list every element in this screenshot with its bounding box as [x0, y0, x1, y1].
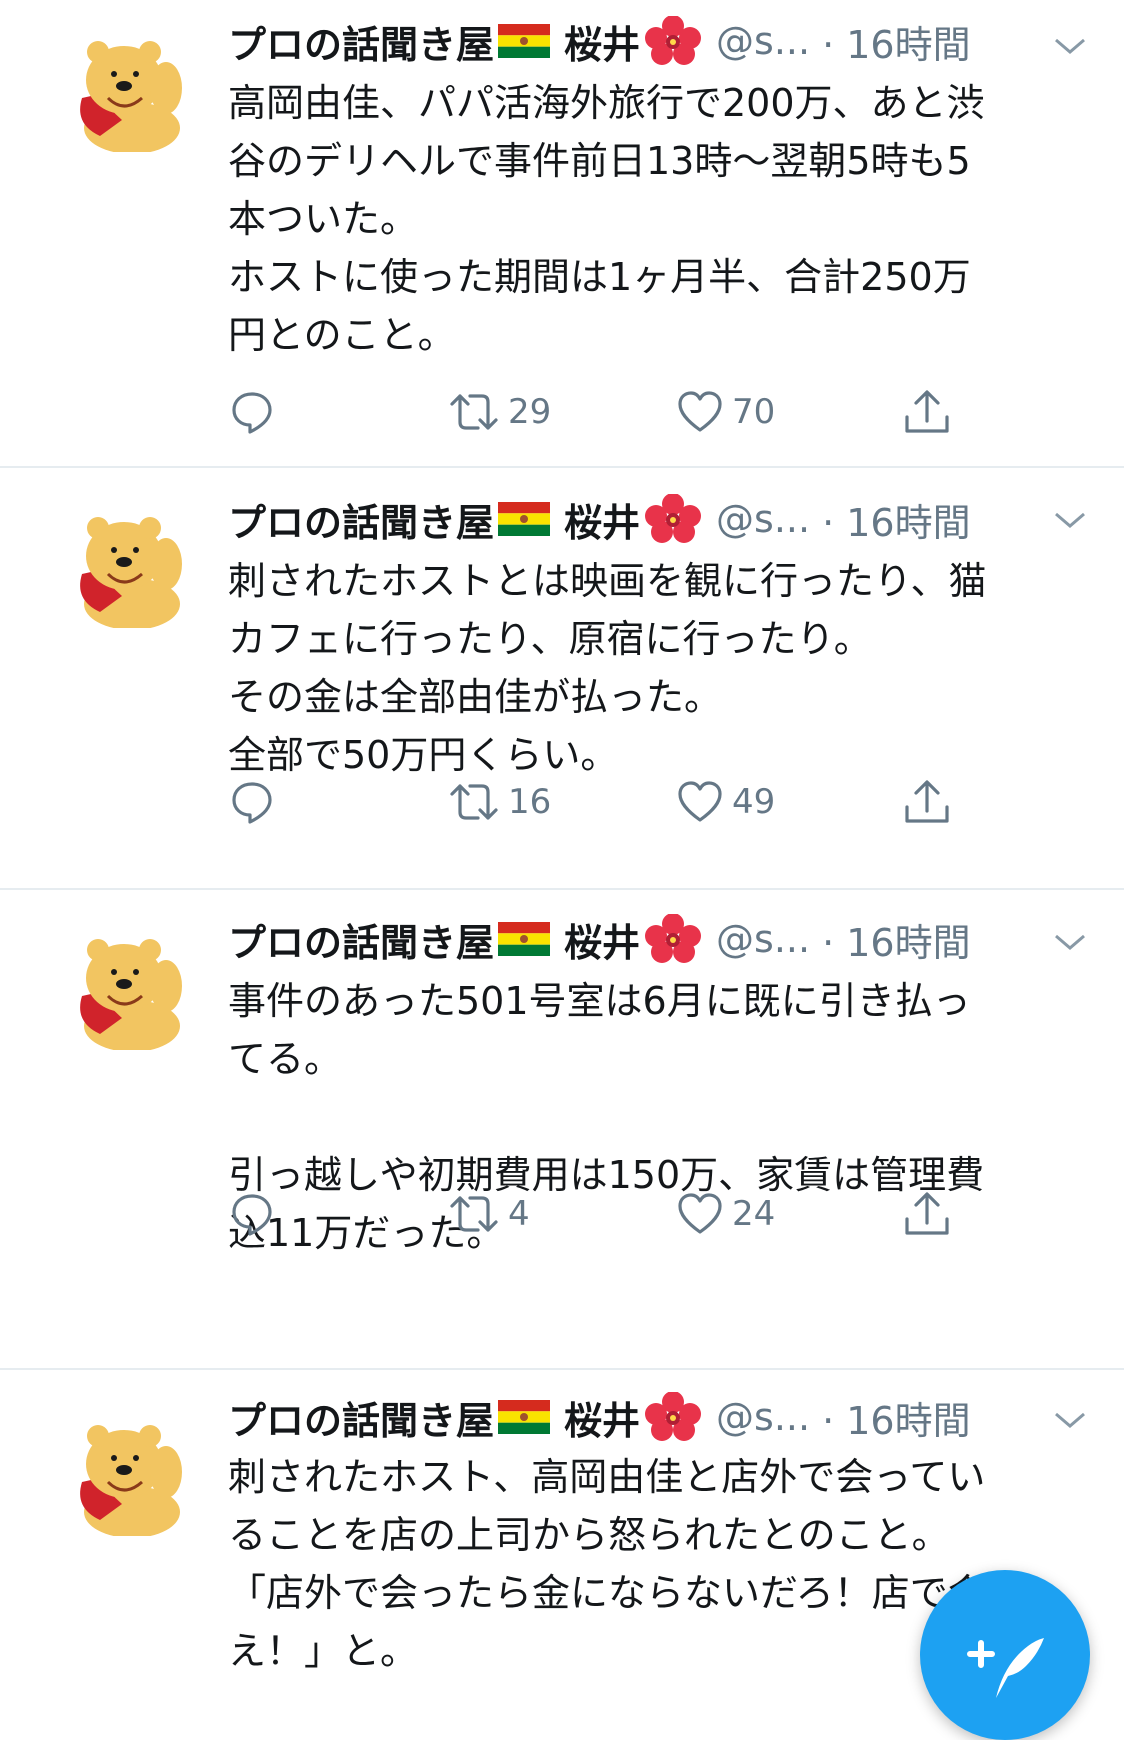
share-icon — [905, 780, 949, 823]
tweet-time[interactable]: · 16時間 — [822, 912, 971, 967]
tweet-text-line: ホストに使った期間は1ヶ月半、合計250万 — [228, 255, 971, 299]
author-handle[interactable]: @s... — [716, 917, 810, 961]
retweet-count: 16 — [508, 782, 552, 822]
share-button[interactable] — [902, 774, 952, 830]
tweet-time[interactable]: · 16時間 — [822, 1390, 971, 1445]
heart-icon — [678, 781, 722, 822]
retweet-count: 29 — [508, 392, 552, 432]
retweet-button[interactable]: 4 — [448, 1186, 530, 1242]
hibiscus-emoji — [645, 1392, 702, 1441]
tweet-text-line: その金は全部由佳が払った。 — [228, 675, 723, 719]
author-handle[interactable]: @s... — [716, 1395, 810, 1439]
reply-button[interactable] — [228, 774, 276, 830]
heart-icon — [678, 391, 722, 432]
tweet[interactable]: プロの話聞き屋 桜井 @s... · 16時間 高岡由佳、パパ活海外旅行で200… — [0, 0, 1124, 466]
tweet[interactable]: プロの話聞き屋 桜井 @s... · 16時間 事件のあった501号室は6月に既… — [0, 890, 1124, 1368]
author-handle[interactable]: @s... — [716, 497, 810, 541]
bolivia-flag-emoji — [498, 1400, 551, 1434]
tweet-text-line: 谷のデリヘルで事件前日13時〜翌朝5時も5 — [228, 139, 971, 183]
tweet-text-line: 本ついた。 — [228, 197, 419, 241]
tweet-text-line — [228, 1088, 1078, 1146]
bolivia-flag-emoji — [498, 502, 551, 536]
bolivia-flag-emoji — [498, 922, 551, 956]
tweet-text-line: 高岡由佳、パパ活海外旅行で200万、あと渋 — [228, 81, 985, 125]
compose-tweet-icon — [967, 1638, 1044, 1698]
retweet-button[interactable]: 16 — [448, 774, 551, 830]
tweet-text-line: 刺されたホスト、高岡由佳と店外で会ってい — [228, 1455, 986, 1499]
share-icon — [905, 1192, 949, 1235]
author-name-suffix[interactable]: 桜井 — [564, 1390, 640, 1445]
author-name[interactable]: プロの話聞き屋 — [228, 912, 494, 967]
author-name[interactable]: プロの話聞き屋 — [228, 1390, 494, 1445]
bolivia-flag-emoji — [498, 24, 551, 58]
tweet-text-line: 円とのこと。 — [228, 313, 456, 357]
tweet-actions: 4 24 — [228, 1186, 988, 1242]
like-count: 49 — [732, 782, 776, 822]
author-name[interactable]: プロの話聞き屋 — [228, 492, 494, 547]
author-name[interactable]: プロの話聞き屋 — [228, 14, 494, 69]
tweet-text-line: てる。 — [228, 1037, 343, 1081]
retweet-button[interactable]: 29 — [448, 384, 551, 440]
tweet-text-line: 事件のあった501号室は6月に既に引き払っ — [228, 979, 971, 1023]
chevron-down-icon[interactable] — [1052, 34, 1088, 58]
hibiscus-emoji — [645, 914, 702, 963]
share-icon — [905, 390, 949, 433]
tweet-text-line: ることを店の上司から怒られたとのこと。 — [228, 1513, 950, 1557]
tweet-text: 高岡由佳、パパ活海外旅行で200万、あと渋 谷のデリヘルで事件前日13時〜翌朝5… — [228, 74, 1078, 364]
author-name-suffix[interactable]: 桜井 — [564, 14, 640, 69]
bear-avatar[interactable] — [62, 504, 186, 628]
like-count: 70 — [732, 392, 776, 432]
bear-avatar[interactable] — [62, 28, 186, 152]
reply-button[interactable] — [228, 384, 276, 440]
tweet[interactable]: プロの話聞き屋 桜井 @s... · 16時間 刺されたホストとは映画を観に行っ… — [0, 468, 1124, 888]
tweet-time[interactable]: · 16時間 — [822, 492, 971, 547]
tweet-text-line: カフェに行ったり、原宿に行ったり。 — [228, 617, 872, 661]
reply-icon — [232, 782, 272, 824]
tweet-actions: 29 70 — [228, 384, 988, 440]
reply-icon — [232, 392, 272, 434]
retweet-count: 4 — [508, 1194, 530, 1234]
chevron-down-icon[interactable] — [1052, 930, 1088, 954]
chevron-down-icon[interactable] — [1052, 1408, 1088, 1432]
tweet-text: 刺されたホストとは映画を観に行ったり、猫 カフェに行ったり、原宿に行ったり。 そ… — [228, 552, 1078, 784]
tweet-actions: 16 49 — [228, 774, 988, 830]
bear-avatar[interactable] — [62, 926, 186, 1050]
bear-avatar[interactable] — [62, 1412, 186, 1536]
retweet-icon — [450, 784, 498, 820]
author-handle[interactable]: @s... — [716, 19, 810, 63]
tweet-text-line: 刺されたホストとは映画を観に行ったり、猫 — [228, 559, 987, 603]
like-button[interactable]: 70 — [676, 384, 775, 440]
retweet-icon — [450, 394, 498, 430]
hibiscus-emoji — [645, 16, 702, 65]
author-name-suffix[interactable]: 桜井 — [564, 492, 640, 547]
like-button[interactable]: 49 — [676, 774, 775, 830]
tweet-time[interactable]: · 16時間 — [822, 14, 971, 69]
like-button[interactable]: 24 — [676, 1186, 775, 1242]
hibiscus-emoji — [645, 494, 702, 543]
like-count: 24 — [732, 1194, 776, 1234]
share-button[interactable] — [902, 1186, 952, 1242]
compose-tweet-button[interactable] — [920, 1570, 1090, 1740]
heart-icon — [678, 1193, 722, 1234]
share-button[interactable] — [902, 384, 952, 440]
chevron-down-icon[interactable] — [1052, 508, 1088, 532]
retweet-icon — [450, 1196, 498, 1232]
reply-icon — [232, 1194, 272, 1236]
author-name-suffix[interactable]: 桜井 — [564, 912, 640, 967]
reply-button[interactable] — [228, 1186, 276, 1242]
